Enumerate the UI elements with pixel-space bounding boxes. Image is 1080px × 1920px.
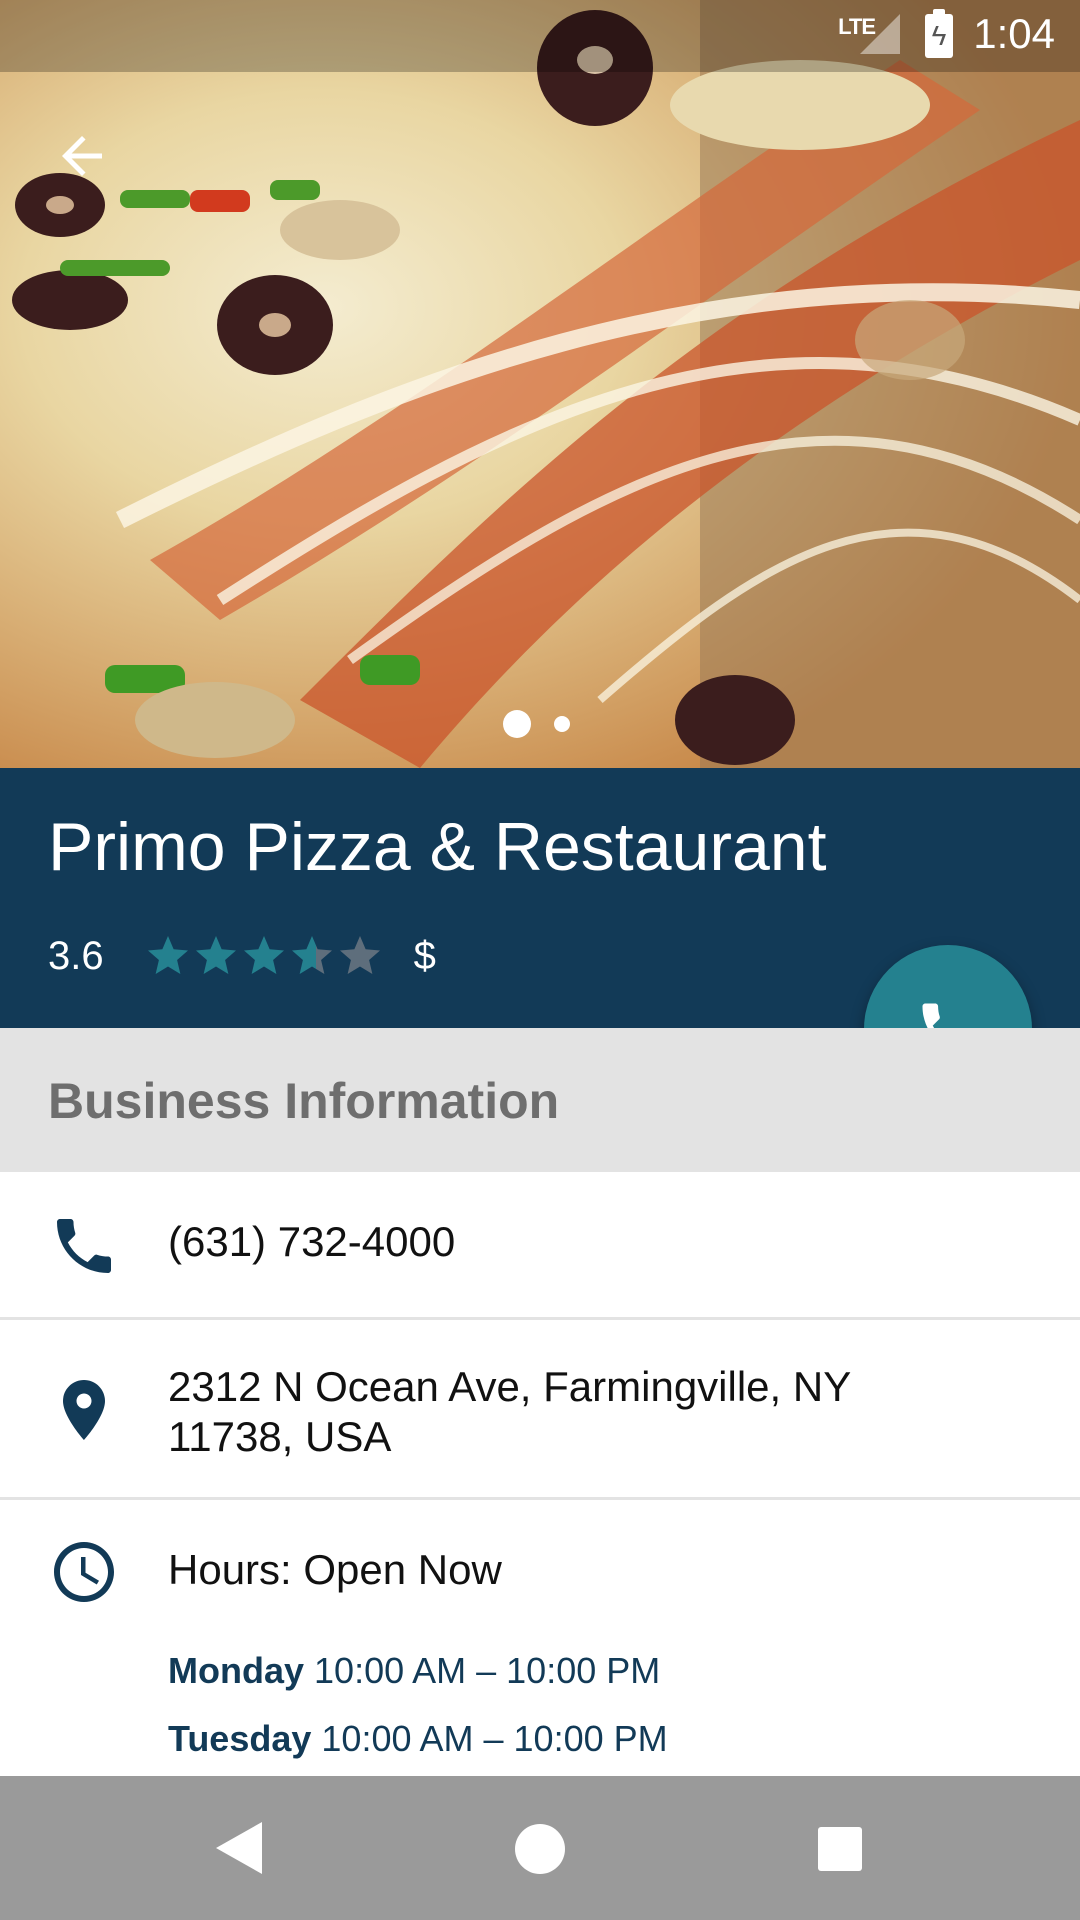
carousel-indicator bbox=[0, 710, 1080, 738]
back-arrow-icon[interactable] bbox=[52, 126, 112, 186]
hours-row[interactable]: Hours: Open Now Monday 10:00 AM – 10:00 … bbox=[0, 1500, 1080, 1776]
nav-home-icon[interactable] bbox=[515, 1824, 565, 1874]
nav-back-icon[interactable] bbox=[216, 1822, 262, 1874]
hours-day: Tuesday bbox=[168, 1718, 312, 1759]
location-pin-icon bbox=[48, 1374, 120, 1446]
pizza-photo bbox=[0, 0, 1080, 768]
rating-row: 3.6 $ bbox=[48, 928, 436, 984]
address-row[interactable]: 2312 N Ocean Ave, Farmingville, NY 11738… bbox=[0, 1320, 1080, 1500]
clock-icon bbox=[48, 1536, 120, 1608]
signal-icon bbox=[860, 14, 900, 54]
section-title: Business Information bbox=[48, 1073, 560, 1129]
status-bar: LTE ϟ 1:04 bbox=[0, 0, 1080, 72]
star-icon bbox=[339, 936, 380, 974]
charging-icon: ϟ bbox=[931, 20, 947, 51]
hours-line-monday: Monday 10:00 AM – 10:00 PM bbox=[168, 1650, 660, 1692]
hours-status: Hours: Open Now bbox=[168, 1546, 502, 1593]
star-icon bbox=[291, 936, 332, 974]
nav-recents-icon[interactable] bbox=[818, 1827, 862, 1871]
hours-time: 10:00 AM – 10:00 PM bbox=[314, 1650, 661, 1691]
section-header: Business Information bbox=[0, 1028, 1080, 1172]
system-navigation-bar bbox=[0, 1776, 1080, 1920]
star-icon bbox=[195, 936, 236, 974]
carousel-dot[interactable] bbox=[554, 716, 570, 732]
carousel-dot-active[interactable] bbox=[503, 710, 531, 738]
star-icon bbox=[147, 936, 188, 974]
restaurant-name: Primo Pizza & Restaurant bbox=[48, 809, 827, 885]
phone-row[interactable]: (631) 732-4000 bbox=[0, 1172, 1080, 1320]
star-icon bbox=[243, 936, 284, 974]
hours-day: Monday bbox=[168, 1650, 305, 1691]
clock: 1:04 bbox=[973, 10, 1055, 57]
hours-line-tuesday: Tuesday 10:00 AM – 10:00 PM bbox=[168, 1718, 668, 1760]
hours-time: 10:00 AM – 10:00 PM bbox=[321, 1718, 668, 1759]
phone-number: (631) 732-4000 bbox=[168, 1218, 456, 1265]
rating-value: 3.6 bbox=[48, 933, 104, 978]
price-level: $ bbox=[413, 933, 436, 978]
address-text: 2312 N Ocean Ave, Farmingville, NY 11738… bbox=[168, 1363, 851, 1460]
phone-icon bbox=[48, 1210, 120, 1282]
hero-image[interactable]: LTE ϟ 1:04 bbox=[0, 0, 1080, 768]
star-rating bbox=[144, 932, 384, 980]
